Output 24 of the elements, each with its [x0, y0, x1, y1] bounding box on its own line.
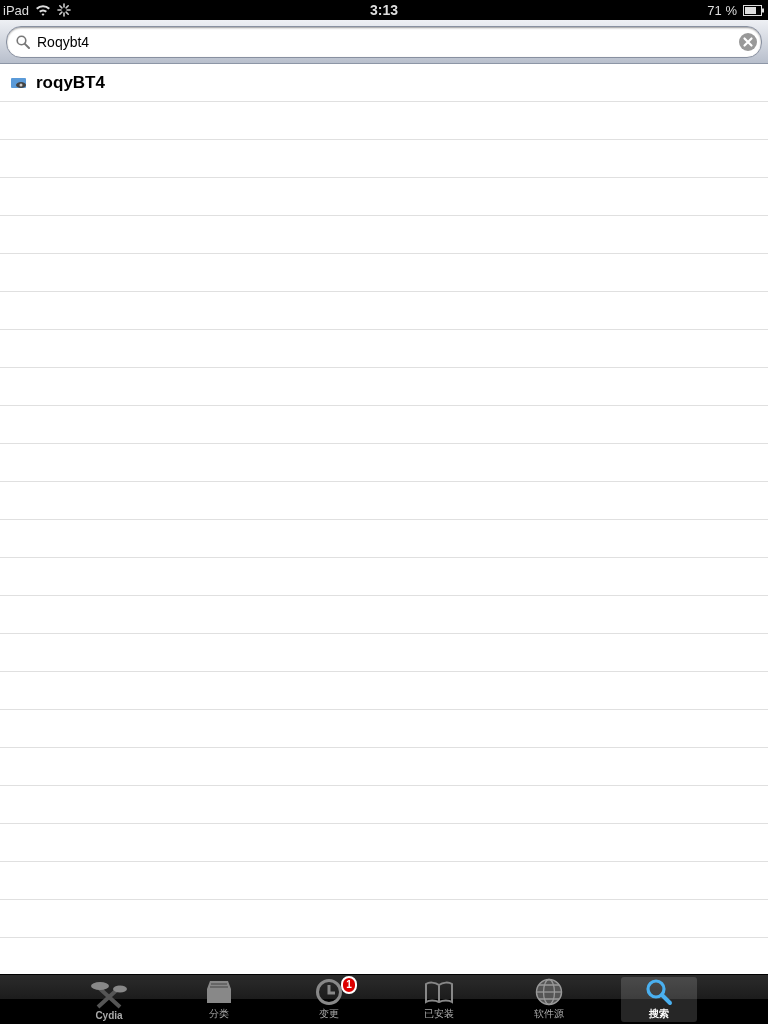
tab-bar-item[interactable]: 软件源: [511, 977, 587, 1022]
tab-bar-item[interactable]: 分类: [181, 977, 257, 1022]
wifi-icon: [35, 4, 52, 16]
clock-icon: [315, 978, 343, 1006]
package-row[interactable]: roqyBT4: [0, 64, 768, 102]
clear-icon[interactable]: [739, 32, 757, 51]
battery-percentage: 71 %: [707, 2, 737, 18]
tab-bar-item[interactable]: 搜索: [621, 977, 697, 1022]
search-field[interactable]: Roqybt4: [6, 25, 762, 58]
cydia-icon: [90, 981, 128, 1009]
tab-bar-item[interactable]: Cydia: [71, 977, 147, 1022]
battery-icon: [743, 4, 765, 16]
file-tray-icon: [205, 979, 233, 1005]
search-icon: [16, 34, 30, 49]
tab-bar-item[interactable]: 已安装: [401, 977, 477, 1022]
activity-spinner-icon: [57, 3, 72, 17]
clock-time: 3:13: [370, 2, 398, 18]
globe-icon: [535, 978, 563, 1006]
badge-count: 1: [341, 976, 357, 994]
search-icon: [645, 978, 673, 1006]
book-icon: [424, 980, 454, 1004]
package-icon: [10, 75, 28, 90]
tab-bar-item[interactable]: 1 变更: [291, 977, 367, 1022]
device-name: iPad: [3, 2, 30, 18]
